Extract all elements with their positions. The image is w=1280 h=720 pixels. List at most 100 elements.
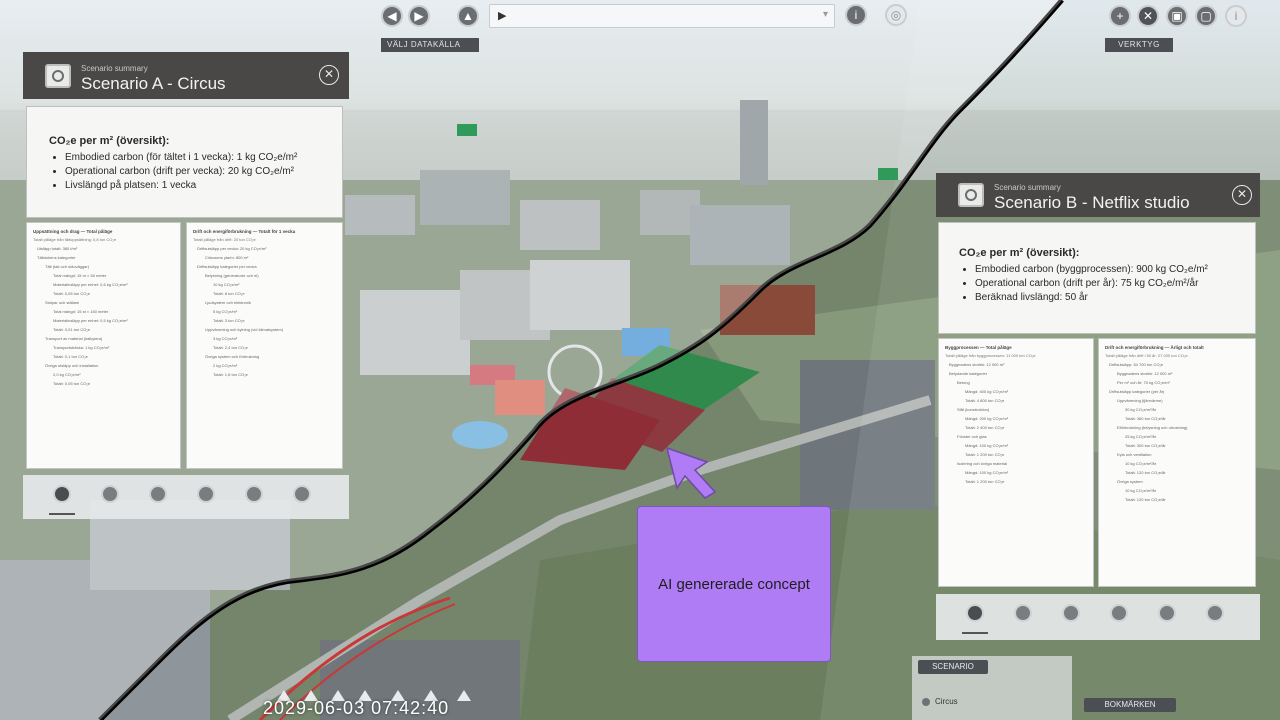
detail-item: Total mängd: 15 st × 150 meter <box>53 309 109 314</box>
detail-item: Övriga utsläpp och installation <box>45 363 99 368</box>
info-icon[interactable]: i <box>845 4 867 26</box>
detail-item: Isolering och övriga material <box>957 461 1008 466</box>
scenario-b-header: Scenario summary Scenario B - Netflix st… <box>936 173 1260 217</box>
detail-item: Totalt: 8 ton CO₂e <box>213 291 245 296</box>
timeline-marker-icon[interactable] <box>457 690 471 701</box>
datasource-label[interactable]: VÄLJ DATAKÄLLA <box>381 38 479 52</box>
detail-item: 2,0 kg CO₂e/m² <box>53 372 81 377</box>
detail-item: Per m² och år: 75 kg CO₂e/m² <box>1117 380 1170 385</box>
detail-item: Totalt: 3 ton CO₂e <box>213 318 245 323</box>
ai-concept-callout: AI genererade concept <box>637 506 831 662</box>
zoom-in-icon[interactable]: + <box>1109 5 1131 27</box>
scenario-a-operational-detail: Drift och energiförbrukning — Totalt för… <box>186 222 343 469</box>
target-icon[interactable]: ✕ <box>1137 5 1159 27</box>
scenario-b-title: Scenario B - Netflix studio <box>994 193 1190 212</box>
detail-item: Byggnadens storlek: 12 000 m² <box>1117 371 1173 376</box>
summary-heading: CO₂e per m² (översikt): <box>959 247 1080 259</box>
scenario-logo-icon <box>958 183 984 207</box>
detail-item: Driftsutsläpp kategorier per vecka <box>197 264 257 269</box>
scenario-b-operational-detail: Drift och energiförbrukning — Årligt och… <box>1098 338 1256 587</box>
detail-item: Totalt: 1 200 ton CO₂e <box>965 452 1005 457</box>
active-tab-indicator <box>962 632 988 634</box>
settings-icon[interactable] <box>1158 604 1176 622</box>
layers-icon[interactable]: ▣ <box>1166 5 1188 27</box>
bookmarks-button[interactable]: BOKMÄRKEN <box>1084 698 1176 712</box>
detail-item: Utsläpp totalt: 380 t/m² <box>37 246 78 251</box>
detail-item: 10 kg CO₂e/m²/år <box>1125 461 1157 466</box>
detail-item: Totalt: 2 400 ton CO₂e <box>965 425 1005 430</box>
detail-item: Totalt: 1 200 ton CO₂e <box>965 479 1005 484</box>
list-icon[interactable] <box>1110 604 1128 622</box>
close-icon[interactable]: ✕ <box>1232 185 1252 205</box>
detail-item: Totalt: 0,05 ton CO₂e <box>53 381 91 386</box>
scenario-a-footer <box>23 475 349 519</box>
detail-item: 10 kg CO₂e/m²/år <box>1125 488 1157 493</box>
scenario-label[interactable]: SCENARIO <box>918 660 988 674</box>
detail-item: 30 kg CO₂e/m²/år <box>1125 407 1157 412</box>
datasource-select[interactable]: ▶ ▾ <box>489 4 835 28</box>
detail-item: Totalt: 4 800 ton CO₂e <box>965 398 1005 403</box>
up-icon[interactable]: ▲ <box>457 5 479 27</box>
detail-item: Stolpar och ställare <box>45 300 80 305</box>
detail-item: Byggnadens storlek: 12 000 m² <box>949 362 1005 367</box>
back-icon[interactable]: ◀ <box>381 5 403 27</box>
measure-icon[interactable] <box>101 485 119 503</box>
compare-icon[interactable] <box>1062 604 1080 622</box>
summary-line: Operational carbon (drift per år): 75 kg… <box>975 277 1255 291</box>
share-icon[interactable] <box>293 485 311 503</box>
detail-item: Totalt: 360 ton CO₂e/år <box>1125 416 1166 421</box>
scenario-item-circus[interactable]: Circus <box>922 697 958 706</box>
info-icon[interactable] <box>966 604 984 622</box>
detail-subheading: Totalt påläge från drift: 20 ton CO₂e <box>193 237 256 242</box>
settings-icon[interactable]: ▢ <box>1195 5 1217 27</box>
detail-item: Övriga system och förbrukning <box>205 354 260 359</box>
tools-label[interactable]: VERKTYG <box>1105 38 1173 52</box>
detail-item: Totalt: 1,6 ton CO₂e <box>213 372 248 377</box>
compare-icon[interactable] <box>149 485 167 503</box>
detail-item: Mängd: 100 kg CO₂e/m² <box>965 470 1009 475</box>
detail-item: Totalt: 0,1 ton CO₂e <box>53 354 88 359</box>
summary-line: Beräknad livslängd: 50 år <box>975 291 1255 305</box>
detail-item: Totalt: 120 ton CO₂e/år <box>1125 470 1166 475</box>
detail-item: Elförbrukning (belysning och utrustning) <box>1117 425 1188 430</box>
pointer-arrow-icon <box>665 446 717 499</box>
detail-item: Driftsutsläpp kategorier (per år) <box>1109 389 1165 394</box>
detail-item: Mängd: 100 kg CO₂e/m² <box>965 443 1009 448</box>
globe-icon[interactable]: ◎ <box>885 4 907 26</box>
detail-item: Mängd: 400 kg CO₂e/m² <box>965 389 1009 394</box>
detail-item: Totalt: 0,05 ton CO₂e <box>53 291 91 296</box>
scenario-b-summary: CO₂e per m² (översikt): Embodied carbon … <box>938 222 1256 334</box>
detail-item: Kyla och ventilation <box>1117 452 1152 457</box>
scenario-a-header: Scenario summary Scenario A - Circus ✕ <box>23 52 349 99</box>
detail-item: 3 kg CO₂e/m² <box>213 336 238 341</box>
close-icon[interactable]: ✕ <box>319 65 339 85</box>
detail-item: Övriga system <box>1117 479 1143 484</box>
detail-heading: Byggprocessen — Total påläge <box>945 345 1012 350</box>
detail-item: Totalt: 300 ton CO₂e/år <box>1125 443 1166 448</box>
scenario-a-subtitle: Scenario summary <box>81 64 148 73</box>
detail-subheading: Totalt påläge från drift i 50 år: 27 000… <box>1105 353 1188 358</box>
detail-heading: Drift och energiförbrukning — Årligt och… <box>1105 345 1204 350</box>
detail-item: Driftsutsläpp: 54 700 ton CO₂e <box>1109 362 1164 367</box>
list-icon[interactable] <box>197 485 215 503</box>
info-icon[interactable] <box>53 485 71 503</box>
forward-icon[interactable]: ▶ <box>408 5 430 27</box>
detail-item: Betydande kategorier <box>949 371 988 376</box>
detail-item: Tält (tak och sidoväggar) <box>45 264 90 269</box>
help-icon[interactable]: i <box>1225 5 1247 27</box>
detail-item: Totalt: 0,01 ton CO₂e <box>53 327 91 332</box>
measure-icon[interactable] <box>1014 604 1032 622</box>
scenario-a-title: Scenario A - Circus <box>81 74 226 93</box>
chevron-down-icon[interactable]: ▾ <box>823 9 828 20</box>
detail-item: Stål (konstruktion) <box>957 407 990 412</box>
scenario-a-embodied-detail: Uppsättning och drag — Total påläge Tota… <box>26 222 181 469</box>
detail-item: Betong <box>957 380 970 385</box>
settings-icon[interactable] <box>245 485 263 503</box>
share-icon[interactable] <box>1206 604 1224 622</box>
detail-item: Cirkusens yta/m: 800 m² <box>205 255 249 260</box>
detail-item: Totalt: 2,4 ton CO₂e <box>213 345 248 350</box>
detail-item: Ljudsystem och elektronik <box>205 300 252 305</box>
detail-item: Uppvärmning (fjärrvärme) <box>1117 398 1163 403</box>
play-icon[interactable]: ▶ <box>498 9 506 22</box>
detail-item: Materialinsläpp per enhet: 0,6 kg CO₂e/m… <box>53 282 128 287</box>
